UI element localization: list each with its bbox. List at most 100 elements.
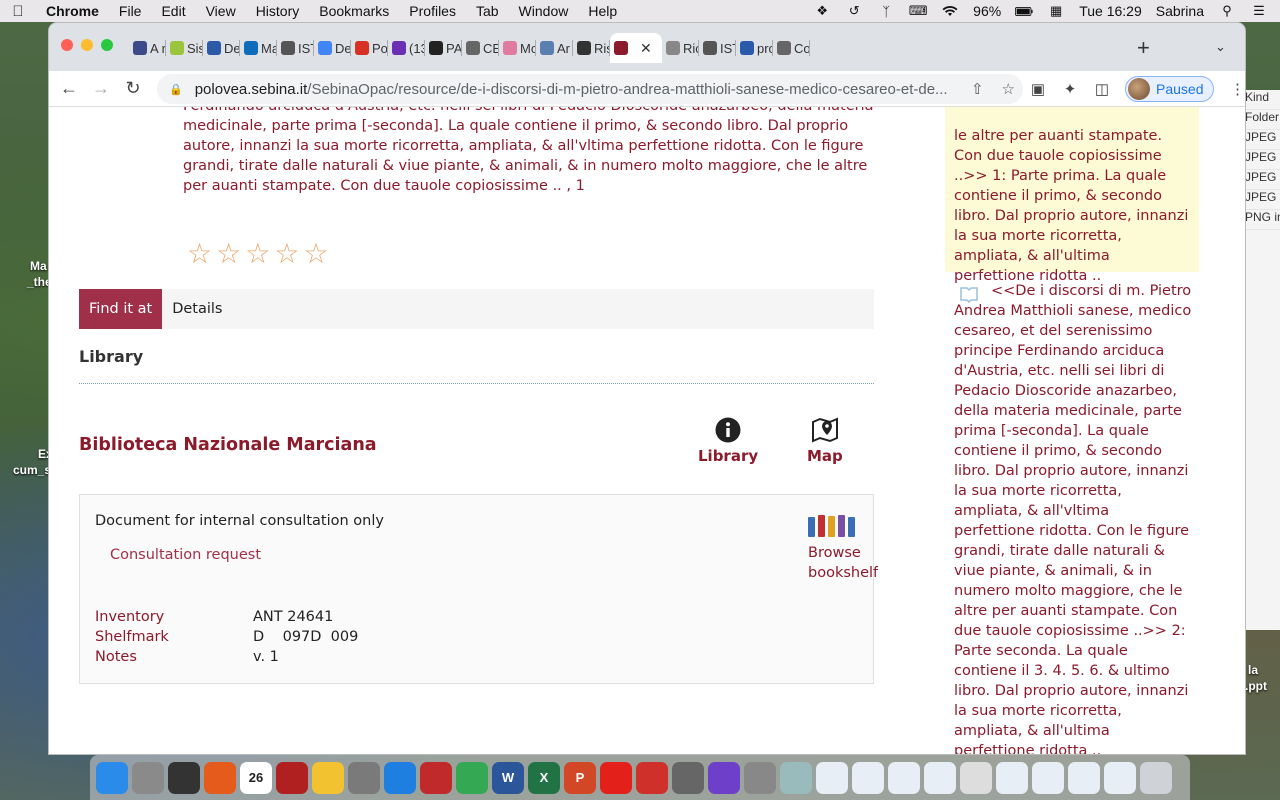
menu-history[interactable]: History [246,3,310,19]
tab-details[interactable]: Details [162,289,232,329]
browser-tab[interactable]: CE [462,33,499,63]
close-tab-icon[interactable]: ✕ [640,40,652,57]
browser-tab[interactable]: De [314,33,351,63]
dock-trash-icon[interactable] [1140,761,1172,794]
dock-calculator-icon[interactable] [672,761,704,794]
rating-star-icon[interactable]: ☆ [187,237,212,270]
browser-tab[interactable]: De [203,33,240,63]
dock-excel-icon[interactable]: X [528,761,560,794]
reload-icon[interactable]: ↻ [117,78,149,99]
rating-stars[interactable]: ☆ ☆ ☆ ☆ ☆ [187,237,329,270]
dock-doc-9-icon[interactable] [1104,761,1136,794]
consultation-request-link[interactable]: Consultation request [110,547,261,563]
dock-preview-icon[interactable] [780,761,812,794]
rating-star-icon[interactable]: ☆ [274,237,299,270]
bluetooth-icon[interactable]: ᛉ [877,4,895,19]
menu-help[interactable]: Help [578,3,627,19]
library-name[interactable]: Biblioteca Nazionale Marciana [79,435,377,455]
dock-doc-2-icon[interactable] [852,761,884,794]
menu-bookmarks[interactable]: Bookmarks [309,3,399,19]
address-bar[interactable]: 🔒 polovea.sebina.it /SebinaOpac/resource… [157,74,1023,104]
dock-doc-8-icon[interactable] [1068,761,1100,794]
dock-doc-6-icon[interactable] [996,761,1028,794]
browser-tab[interactable]: Co [773,33,810,63]
browse-bookshelf-button[interactable]: Browse bookshelf [808,515,878,583]
browser-tab[interactable]: Ma [240,33,277,63]
forward-icon[interactable]: → [85,78,117,99]
back-icon[interactable]: ← [53,78,85,99]
dock-network-app-icon[interactable] [420,761,452,794]
map-button[interactable]: Map [807,417,843,465]
dock-finder-icon[interactable] [96,761,128,794]
extensions-puzzle-icon[interactable]: ✦ [1061,80,1079,98]
zoom-window-icon[interactable] [101,39,113,51]
profile-button[interactable]: Paused [1125,76,1215,102]
browser-tab[interactable]: prc [736,33,773,63]
dock-github-icon[interactable] [708,761,740,794]
tab-search-chevron-icon[interactable]: ⌄ [1215,39,1226,55]
menu-tab[interactable]: Tab [466,3,509,19]
menu-user[interactable]: Sabrina [1156,3,1204,19]
dock-xmind-icon[interactable] [636,761,668,794]
battery-percent[interactable]: 96% [973,3,1001,19]
dock-word-icon[interactable]: W [492,761,524,794]
dock-calendar-icon[interactable]: 26 [240,761,272,794]
dock-acrobat-icon[interactable] [600,761,632,794]
date-grid-icon[interactable]: ▦ [1047,3,1065,18]
new-tab-icon[interactable]: + [1137,35,1150,61]
desktop-file-label[interactable]: _the [27,275,52,289]
browser-tab[interactable]: Mc [499,33,536,63]
control-center-icon[interactable]: ☰ [1250,3,1268,18]
browser-tab[interactable]: Sis [166,33,203,63]
dock-photo-booth-icon[interactable] [276,761,308,794]
browser-tab[interactable]: (13 [388,33,425,63]
menu-file[interactable]: File [109,3,152,19]
extension-screen-icon[interactable]: ▣ [1029,80,1047,98]
close-window-icon[interactable] [61,39,73,51]
spotlight-search-icon[interactable]: ⚲ [1218,3,1236,18]
browser-tab[interactable]: Ric [662,33,699,63]
rating-star-icon[interactable]: ☆ [245,237,270,270]
more-menu-icon[interactable]: ⋮ [1228,80,1245,98]
menu-profiles[interactable]: Profiles [399,3,466,19]
browser-tab-active[interactable]: ✕ [610,33,662,63]
time-machine-icon[interactable]: ↺ [845,3,863,18]
dock-utilities-icon[interactable] [744,761,776,794]
dock-doc-3-icon[interactable] [888,761,920,794]
desktop-file-label[interactable]: Ma [30,259,47,273]
volume-1-link[interactable]: le altre per auanti stampate. Con due ta… [954,126,1194,286]
browser-tab[interactable]: IST [699,33,736,63]
dock-mission-control-icon[interactable] [168,761,200,794]
apple-icon[interactable]:  [0,3,36,20]
menu-view[interactable]: View [196,3,246,19]
side-panel-icon[interactable]: ◫ [1093,80,1111,98]
browser-tab[interactable]: IST [277,33,314,63]
dock-doc-1-icon[interactable] [816,761,848,794]
rating-star-icon[interactable]: ☆ [303,237,328,270]
tab-find-it-at[interactable]: Find it at [79,289,163,329]
browser-tab[interactable]: Ris [573,33,610,63]
volume-2-link[interactable]: <<De i discorsi di m. Pietro Andrea Matt… [954,281,1194,754]
dropbox-icon[interactable]: ❖ [813,3,831,18]
lock-icon[interactable]: 🔒 [169,83,183,96]
desktop-file-label[interactable]: cum_s [13,463,51,477]
dock-system-preferences-icon[interactable] [348,761,380,794]
dock-doc-5-icon[interactable] [960,761,992,794]
keyboard-icon[interactable]: ⌨ [909,3,928,18]
browser-tab[interactable]: Po [351,33,388,63]
browser-tab[interactable]: PA [425,33,462,63]
menu-app-name[interactable]: Chrome [36,3,109,19]
library-info-button[interactable]: Library [698,417,758,465]
browser-tab[interactable]: A r [129,33,166,63]
rating-star-icon[interactable]: ☆ [216,237,241,270]
browser-tab[interactable]: Ar [536,33,573,63]
minimize-window-icon[interactable] [81,39,93,51]
dock-chrome-icon[interactable] [456,761,488,794]
menu-window[interactable]: Window [509,3,579,19]
dock-firefox-icon[interactable] [204,761,236,794]
desktop-file-label[interactable]: .ppt [1245,679,1267,693]
menu-clock[interactable]: Tue 16:29 [1079,3,1142,19]
bookmark-star-icon[interactable]: ☆ [1002,80,1015,98]
dock-doc-7-icon[interactable] [1032,761,1064,794]
dock-safari-icon[interactable] [384,761,416,794]
